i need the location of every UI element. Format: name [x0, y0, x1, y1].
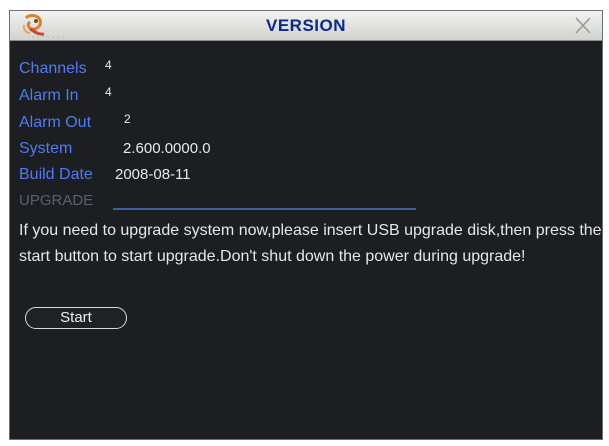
- upgrade-section-label: UPGRADE: [19, 192, 94, 209]
- build-date-row: Build Date 2008-08-11: [19, 164, 191, 186]
- start-button[interactable]: Start: [25, 307, 127, 329]
- version-dialog: VERSION Channels 4 Alarm In 4 Alarm Out …: [9, 10, 603, 440]
- system-label: System: [19, 140, 73, 157]
- build-date-value: 2008-08-11: [115, 166, 191, 183]
- channels-row: Channels 4: [19, 58, 112, 80]
- title-bar: VERSION: [10, 11, 602, 41]
- channels-value: 4: [105, 58, 112, 72]
- build-date-label: Build Date: [19, 166, 93, 183]
- alarm-out-label: Alarm Out: [19, 114, 92, 131]
- alarm-out-row: Alarm Out 2: [19, 112, 131, 134]
- system-version-value: 2.600.0000.0: [123, 140, 211, 157]
- channels-label: Channels: [19, 60, 87, 77]
- alarm-in-value: 4: [105, 85, 112, 99]
- upgrade-section-divider: [113, 208, 416, 210]
- upgrade-instructions: If you need to upgrade system now,please…: [19, 222, 602, 265]
- close-icon[interactable]: [572, 15, 594, 36]
- alarm-in-label: Alarm In: [19, 87, 79, 104]
- alarm-in-row: Alarm In 4: [19, 85, 112, 107]
- system-row: System 2.600.0000.0: [19, 138, 211, 160]
- window-title: VERSION: [265, 16, 347, 35]
- alarm-out-value: 2: [124, 112, 131, 126]
